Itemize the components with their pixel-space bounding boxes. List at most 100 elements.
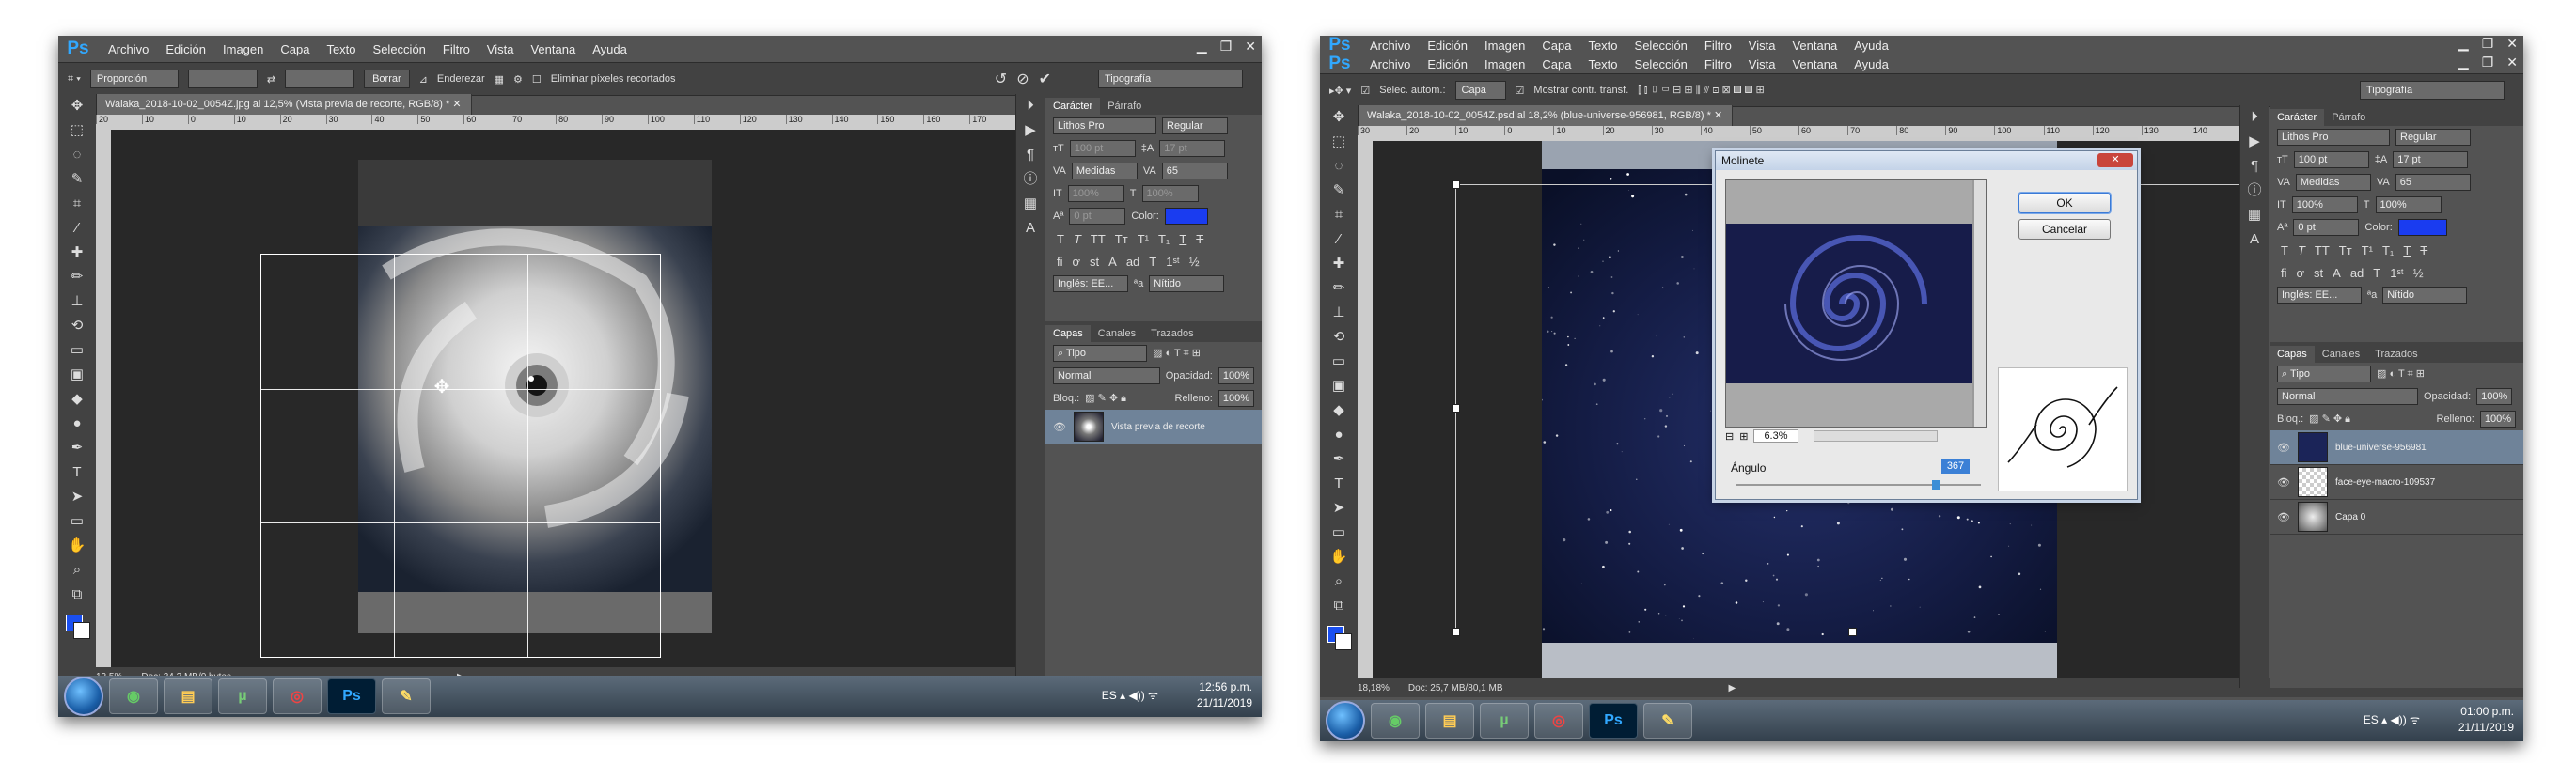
edit-mode-icon[interactable]: ⧉	[1320, 594, 1358, 618]
eyedropper-icon[interactable]: ⁄	[58, 216, 96, 241]
pen-tool-icon[interactable]: ✒	[1320, 447, 1358, 472]
text-color-swatch[interactable]	[1164, 208, 1208, 225]
transform-handle[interactable]	[1452, 628, 1460, 636]
font-style-select[interactable]: Regular	[2395, 129, 2471, 146]
tab-character[interactable]: Carácter	[1045, 98, 1101, 115]
zoom-tool-icon[interactable]: ⌕	[1320, 569, 1358, 594]
transform-handle[interactable]	[1848, 628, 1857, 636]
close-icon[interactable]: ✕	[2506, 54, 2518, 70]
eyedropper-icon[interactable]: ⁄	[1320, 227, 1358, 252]
blur-tool-icon[interactable]: ◆	[1320, 398, 1358, 423]
cancel-button[interactable]: Cancelar	[2018, 219, 2111, 240]
quick-select-icon[interactable]: ✎	[58, 167, 96, 192]
crop-tool-icon[interactable]: ⌗ ▾	[68, 73, 81, 86]
grid-overlay-icon[interactable]: ▦	[495, 73, 504, 86]
menu-item[interactable]: Capa	[272, 42, 318, 56]
color-swatches[interactable]	[66, 615, 90, 639]
opentype-buttons[interactable]: ﬁ ơ st Aad T 1ˢᵗ ½	[2270, 261, 2523, 284]
layer-name[interactable]: Vista previa de recorte	[1111, 422, 1205, 432]
history-brush-icon[interactable]: ⟲	[58, 314, 96, 338]
close-icon[interactable]: ✕	[2506, 36, 2518, 52]
menu-item[interactable]: Imagen	[214, 42, 272, 56]
tray-icons[interactable]: ES ▴ ◀)) ᯤ	[2364, 711, 2420, 727]
crop-box[interactable]	[260, 254, 661, 658]
kerning-select[interactable]: Medidas	[1071, 163, 1138, 179]
menu-item[interactable]: Imagen	[1476, 57, 1533, 71]
angle-value-field[interactable]: 367	[1941, 459, 1970, 474]
menu-item[interactable]: Vista	[479, 42, 523, 56]
commit-check-icon[interactable]: ✔	[1039, 70, 1051, 88]
info-icon[interactable]: ⓘ	[1016, 167, 1045, 192]
auto-select-checkbox[interactable]: ☑	[1360, 85, 1370, 97]
workspace-select[interactable]: Tipografía	[1098, 70, 1243, 88]
preview-zoom-value[interactable]: 6.3%	[1753, 429, 1798, 443]
rectangle-tool-icon[interactable]: ▭	[1320, 521, 1358, 545]
clone-stamp-icon[interactable]: ⊥	[58, 289, 96, 314]
path-select-icon[interactable]: ➤	[1320, 496, 1358, 521]
layer-filter-select[interactable]: ⌕ Tipo	[1053, 345, 1147, 362]
menu-item[interactable]: Selección	[365, 42, 434, 56]
tab-character[interactable]: Carácter	[2270, 109, 2325, 126]
antialias-select[interactable]: Nítido	[2382, 287, 2468, 304]
history-icon[interactable]: ⏵	[2240, 105, 2269, 130]
width-field[interactable]	[187, 70, 258, 88]
straighten-label[interactable]: Enderezar	[437, 73, 485, 85]
show-transform-checkbox[interactable]: ☑	[1516, 85, 1525, 97]
menu-item[interactable]: Archivo	[100, 42, 157, 56]
lock-icons[interactable]: ▨ ✎ ✥ 🔒︎	[2309, 413, 2350, 426]
horizontal-scale-field[interactable]: 100%	[2375, 196, 2442, 213]
paragraph-styles-icon[interactable]: ¶	[1016, 143, 1045, 167]
clone-stamp-icon[interactable]: ⊥	[1320, 301, 1358, 325]
vertical-scale-field[interactable]: 100%	[2291, 196, 2358, 213]
close-tab-icon[interactable]: ✕	[1714, 110, 1722, 121]
edit-mode-icon[interactable]: ⧉	[58, 583, 96, 607]
tab-capas[interactable]: Capas	[2270, 346, 2315, 363]
utorrent-icon[interactable]: µ	[1480, 703, 1529, 739]
tab-capas[interactable]: Capas	[1045, 325, 1091, 342]
tab-trazados[interactable]: Trazados	[1143, 325, 1201, 342]
workspace-select[interactable]: Tipografía	[2360, 81, 2505, 100]
type-tool-icon[interactable]: T	[1320, 472, 1358, 496]
zoom-tool-icon[interactable]: ⌕	[58, 558, 96, 583]
text-color-swatch[interactable]	[2397, 219, 2447, 236]
layer-filter-select[interactable]: ⌕ Tipo	[2277, 366, 2371, 382]
menu-item[interactable]: Ayuda	[584, 42, 636, 56]
transform-handle[interactable]	[1452, 180, 1460, 189]
menu-item[interactable]: Filtro	[434, 42, 479, 56]
move-crosshair-icon[interactable]: ✥	[431, 376, 453, 398]
lasso-tool-icon[interactable]: ◌	[1320, 154, 1358, 179]
hand-tool-icon[interactable]: ✋	[58, 534, 96, 558]
menu-item[interactable]: Edición	[157, 42, 214, 56]
language-select[interactable]: Inglés: EE...	[1053, 275, 1128, 292]
baseline-field[interactable]: 0 pt	[2293, 219, 2360, 236]
blend-mode-select[interactable]: Normal	[1053, 367, 1160, 384]
fill-field[interactable]: 100%	[1217, 390, 1254, 407]
language-select[interactable]: Inglés: EE...	[2277, 287, 2362, 304]
ok-button[interactable]: OK	[2018, 193, 2111, 213]
blend-mode-select[interactable]: Normal	[2277, 388, 2418, 405]
path-select-icon[interactable]: ➤	[58, 485, 96, 509]
lasso-tool-icon[interactable]: ◌	[58, 143, 96, 167]
restore-icon[interactable]: ❐	[2482, 54, 2494, 70]
zoom-out-icon[interactable]: ⊟	[1725, 430, 1734, 443]
vertical-scale-field[interactable]: 100%	[1067, 185, 1124, 202]
menu-item[interactable]: Vista	[1740, 39, 1784, 53]
character-styles-icon[interactable]: A	[2240, 227, 2269, 252]
menu-item[interactable]: Archivo	[1361, 39, 1419, 53]
close-icon[interactable]: ✕	[1245, 39, 1256, 54]
opentype-buttons[interactable]: ﬁ ơ st Aad T 1ˢᵗ ½	[1045, 250, 1262, 272]
crop-tool-icon[interactable]: ⌗	[1320, 203, 1358, 227]
start-button[interactable]	[64, 677, 103, 716]
height-field[interactable]	[285, 70, 355, 88]
brush-tool-icon[interactable]: ✏	[58, 265, 96, 289]
history-icon[interactable]: ⏵	[1016, 94, 1045, 118]
filter-icons[interactable]: ▨ ◐ T ⌗ ⊞	[1153, 347, 1201, 360]
marquee-tool-icon[interactable]: ⬚	[1320, 130, 1358, 154]
gradient-tool-icon[interactable]: ▣	[58, 363, 96, 387]
clear-button[interactable]: Borrar	[364, 70, 410, 88]
tray-icons[interactable]: ES ▴ ◀)) ᯤ	[1102, 687, 1158, 703]
utorrent-icon[interactable]: µ	[218, 678, 267, 714]
crop-tool-icon[interactable]: ⌗	[58, 192, 96, 216]
zoom-in-icon[interactable]: ⊞	[1739, 430, 1748, 443]
status-arrow-icon[interactable]: ▶	[1729, 683, 1736, 693]
